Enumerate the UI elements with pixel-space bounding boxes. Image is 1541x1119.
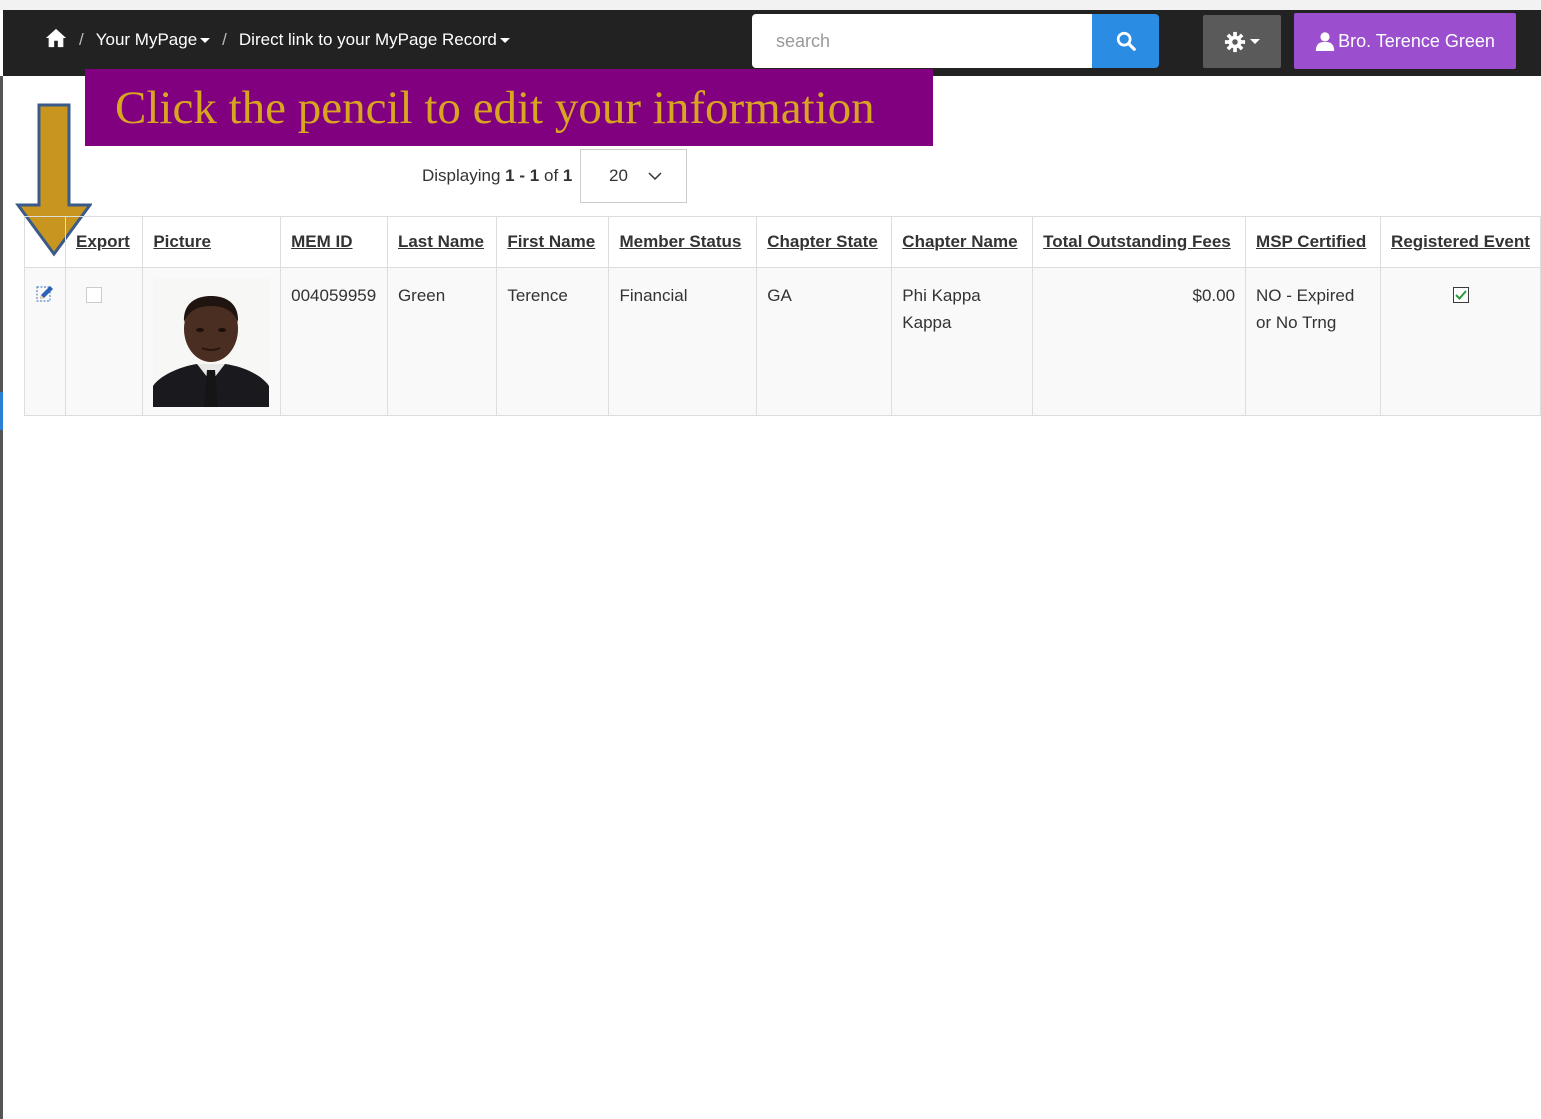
cell-msp-certified: NO - Expired or No Trng bbox=[1245, 267, 1382, 416]
breadcrumb-direct-link-label: Direct link to your MyPage Record bbox=[238, 30, 497, 49]
header-mem-id[interactable]: MEM ID bbox=[280, 216, 388, 268]
per-page-select[interactable]: 20 bbox=[580, 149, 687, 203]
pager-to: 1 bbox=[529, 166, 540, 185]
pagination-summary: Displaying 1 - 1 of 1 bbox=[422, 160, 572, 192]
header-last-name[interactable]: Last Name bbox=[386, 216, 498, 268]
caret-down-icon bbox=[1250, 39, 1260, 44]
pager-from: 1 bbox=[505, 166, 515, 185]
search-input[interactable] bbox=[752, 14, 1092, 68]
search-button[interactable] bbox=[1092, 14, 1159, 68]
header-msp-certified[interactable]: MSP Certified bbox=[1245, 216, 1382, 268]
header-picture[interactable]: Picture bbox=[142, 216, 282, 268]
navbar: / Your MyPage / Direct link to your MyPa… bbox=[3, 10, 1541, 76]
settings-button[interactable] bbox=[1203, 15, 1281, 68]
browser-strip bbox=[0, 0, 1541, 10]
home-icon[interactable] bbox=[45, 27, 77, 54]
caret-down-icon bbox=[499, 38, 510, 44]
breadcrumb-your-mypage[interactable]: Your MyPage bbox=[95, 30, 211, 50]
user-name: Bro. Terence Green bbox=[1338, 30, 1495, 51]
caret-down-icon bbox=[200, 38, 211, 44]
header-total-outstanding-fees[interactable]: Total Outstanding Fees bbox=[1032, 216, 1247, 268]
instruction-banner: Click the pencil to edit your informatio… bbox=[85, 69, 933, 146]
breadcrumb: / Your MyPage / Direct link to your MyPa… bbox=[45, 26, 510, 54]
header-chapter-state[interactable]: Chapter State bbox=[756, 216, 893, 268]
breadcrumb-your-mypage-label: Your MyPage bbox=[95, 30, 198, 49]
pager-of: of bbox=[543, 166, 559, 185]
cell-mem-id: 004059959 bbox=[280, 267, 388, 416]
member-table: Export Picture MEM ID Last Name First Na… bbox=[24, 216, 1541, 416]
pager-prefix: Displaying bbox=[422, 166, 501, 185]
cell-member-status: Financial bbox=[608, 267, 758, 416]
header-chapter-name[interactable]: Chapter Name bbox=[891, 216, 1034, 268]
cell-edit bbox=[24, 267, 66, 416]
left-edge-accent bbox=[0, 392, 3, 430]
header-export[interactable]: Export bbox=[64, 216, 144, 268]
member-photo bbox=[153, 278, 270, 407]
breadcrumb-separator: / bbox=[222, 30, 227, 49]
left-edge bbox=[0, 76, 3, 1119]
cell-chapter-name: Phi Kappa Kappa bbox=[891, 267, 1034, 416]
cell-picture bbox=[142, 267, 282, 416]
header-first-name[interactable]: First Name bbox=[496, 216, 610, 268]
cell-first-name: Terence bbox=[496, 267, 610, 416]
pencil-icon[interactable] bbox=[35, 284, 55, 304]
header-registered-event[interactable]: Registered Event bbox=[1380, 216, 1541, 268]
cell-chapter-state: GA bbox=[756, 267, 893, 416]
header-edit bbox=[24, 216, 66, 268]
gear-icon bbox=[1224, 31, 1246, 52]
table-header-row: Export Picture MEM ID Last Name First Na… bbox=[24, 216, 1541, 268]
check-icon bbox=[1454, 290, 1467, 300]
table-row: 004059959 Green Terence Financial GA Phi… bbox=[24, 267, 1541, 416]
user-menu-button[interactable]: Bro. Terence Green bbox=[1294, 13, 1516, 69]
page: / Your MyPage / Direct link to your MyPa… bbox=[0, 0, 1541, 1119]
pager-dash: - bbox=[519, 166, 526, 185]
export-checkbox[interactable] bbox=[86, 287, 102, 303]
registered-event-checkbox[interactable] bbox=[1452, 287, 1469, 303]
cell-export bbox=[64, 267, 144, 416]
per-page-value: 20 bbox=[609, 166, 628, 185]
cell-registered-event bbox=[1380, 267, 1541, 416]
chevron-down-icon bbox=[648, 171, 662, 180]
header-member-status[interactable]: Member Status bbox=[608, 216, 758, 268]
user-icon bbox=[1315, 32, 1335, 51]
search-icon bbox=[1116, 31, 1136, 51]
pager-total: 1 bbox=[562, 166, 573, 185]
cell-last-name: Green bbox=[386, 267, 498, 416]
breadcrumb-direct-link[interactable]: Direct link to your MyPage Record bbox=[239, 30, 510, 50]
cell-total-outstanding-fees: $0.00 bbox=[1032, 267, 1247, 416]
breadcrumb-separator: / bbox=[79, 30, 84, 49]
